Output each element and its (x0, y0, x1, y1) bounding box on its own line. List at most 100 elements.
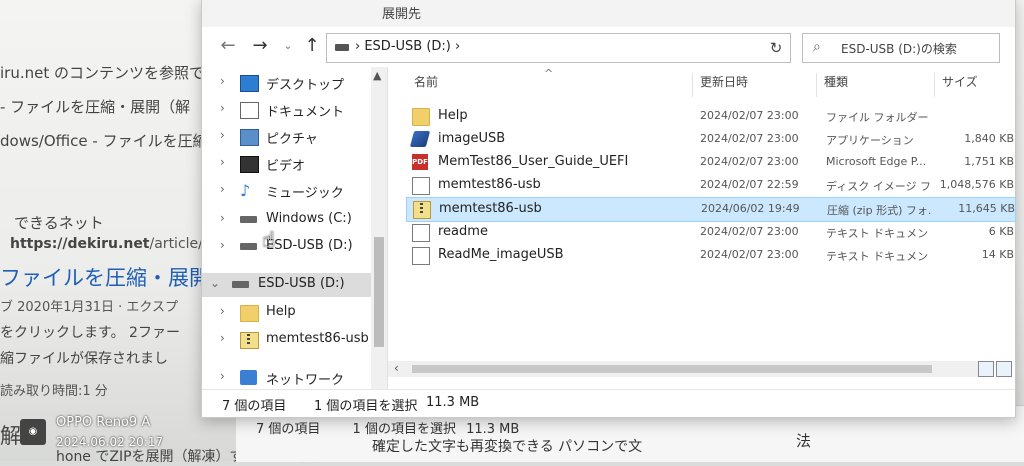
nav-item-windows-c[interactable]: › Windows (C:) (202, 208, 370, 232)
music-icon: ♪ (240, 181, 251, 200)
column-divider[interactable] (692, 73, 693, 97)
address-text[interactable]: ESD-USB (D:) (364, 39, 451, 54)
expand-chevron-icon[interactable]: › (220, 74, 225, 88)
nav-item-esd-usb-expanded[interactable]: ⌄ ESD-USB (D:) (202, 273, 372, 297)
expand-chevron-icon[interactable]: › (220, 128, 225, 142)
selected-count: 1 個の項目を選択 (314, 399, 418, 414)
back-overlay-text: 確定した文字も再変換できる パソコンで文 (372, 439, 643, 455)
text-doc-icon (412, 247, 430, 265)
nav-label: ピクチャ (266, 132, 318, 147)
file-size: 1,840 KB (964, 132, 1014, 145)
horizontal-scrollbar[interactable]: ‹ (388, 361, 978, 377)
file-row[interactable]: readme 2024/02/07 23:00 テキスト ドキュメント 6 KB (406, 221, 1014, 244)
file-row-selected[interactable]: memtest86-usb 2024/06/02 19:49 圧縮 (zip 形… (406, 197, 1016, 222)
navigation-pane: › デスクトップ › ドキュメント › ピクチャ › ビデオ › ♪ ミュージッ… (202, 67, 388, 389)
address-bar[interactable]: › ESD-USB (D:) › ⌄ (326, 33, 784, 63)
file-list: 名前 ^ 更新日時 種類 サイズ Help 2024/02/07 23:00 フ… (388, 67, 1016, 389)
nav-scroll-thumb[interactable] (374, 237, 384, 347)
folder-icon (412, 108, 430, 126)
file-date: 2024/02/07 23:00 (700, 248, 799, 261)
recent-chevron-icon[interactable]: ⌄ (276, 39, 300, 52)
nav-scrollbar[interactable]: ▲ (371, 67, 387, 389)
expand-chevron-icon[interactable]: › (220, 155, 225, 169)
nav-label: memtest86-usb (266, 331, 369, 346)
nav-item-memtest86-usb[interactable]: › memtest86-usb (202, 328, 370, 352)
bg-step: をクリックします。 2ファー (0, 325, 180, 341)
zip-icon (240, 332, 259, 349)
nav-label: ESD-USB (D:) (258, 276, 345, 291)
bg-saved: 縮ファイルが保存されまし (0, 351, 168, 367)
bg-url[interactable]: https://dekiru.net/article/ (10, 236, 203, 252)
drive-icon (240, 216, 257, 223)
column-header-size[interactable]: サイズ (942, 73, 978, 97)
back-arrow-icon[interactable]: ← (216, 35, 240, 56)
bg-text-line: - ファイルを圧縮・展開（解 (0, 98, 191, 116)
collapse-chevron-icon[interactable]: ⌄ (210, 276, 220, 290)
file-row[interactable]: PDF MemTest86_User_Guide_UEFI 2024/02/07… (406, 151, 1014, 174)
file-name: MemTest86_User_Guide_UEFI (438, 154, 629, 169)
scroll-left-icon[interactable]: ‹ (394, 361, 399, 375)
expand-chevron-icon[interactable]: › (220, 331, 225, 345)
view-toggle (978, 361, 1014, 379)
file-row[interactable]: imageUSB 2024/02/07 23:00 アプリケーション 1,840… (406, 128, 1014, 151)
file-name: imageUSB (438, 131, 506, 146)
column-header-type[interactable]: 種類 (824, 73, 848, 97)
nav-item-pictures[interactable]: › ピクチャ (202, 125, 370, 149)
file-size: 11,645 KB (958, 202, 1015, 215)
bg-heading-link[interactable]: ファイルを圧縮・展開 (0, 262, 210, 292)
refresh-button[interactable]: ↻ (762, 33, 791, 63)
large-icons-view-icon[interactable] (996, 361, 1012, 377)
expand-chevron-icon[interactable]: › (220, 101, 225, 115)
horizontal-scroll-thumb[interactable] (412, 365, 932, 373)
details-view-icon[interactable] (978, 361, 994, 377)
nav-label: ビデオ (266, 159, 306, 174)
back-item-count: 7 個の項目 (256, 422, 321, 437)
file-date: 2024/02/07 23:00 (700, 109, 799, 122)
file-name: ReadMe_imageUSB (438, 247, 564, 262)
column-header-name[interactable]: 名前 (414, 73, 438, 97)
nav-item-documents[interactable]: › ドキュメント (202, 98, 370, 122)
app-icon (409, 131, 431, 147)
drive-icon (240, 243, 257, 250)
column-divider[interactable] (816, 73, 817, 97)
file-row[interactable]: memtest86-usb 2024/02/07 22:59 ディスク イメージ… (406, 174, 1014, 197)
file-name: memtest86-usb (438, 177, 541, 192)
nav-label: デスクトップ (266, 78, 345, 93)
column-header-date[interactable]: 更新日時 (700, 73, 748, 97)
nav-item-music[interactable]: › ♪ ミュージック (202, 179, 370, 203)
expand-chevron-icon[interactable]: › (220, 182, 225, 196)
nav-item-help[interactable]: › Help (202, 301, 370, 325)
nav-item-videos[interactable]: › ビデオ (202, 152, 370, 176)
videos-icon (240, 156, 259, 173)
file-date: 2024/02/07 23:00 (700, 155, 799, 168)
pdf-icon: PDF (412, 154, 428, 170)
back-selected: 1 個の項目を選択 (352, 422, 456, 437)
documents-icon (240, 102, 259, 119)
file-name: memtest86-usb (439, 201, 542, 216)
nav-item-network[interactable]: › ネットワーク (202, 366, 370, 389)
address-sep: › (455, 39, 461, 54)
file-date: 2024/02/07 23:00 (700, 225, 799, 238)
up-arrow-icon[interactable]: ↑ (300, 35, 324, 56)
search-box[interactable]: ⌕ ESD-USB (D:)の検索 (802, 33, 1000, 63)
expand-chevron-icon[interactable]: › (220, 211, 225, 225)
expand-chevron-icon[interactable]: › (220, 369, 225, 383)
nav-label: ネットワーク (266, 373, 345, 388)
file-row[interactable]: ReadMe_imageUSB 2024/02/07 23:00 テキスト ドキ… (406, 244, 1014, 267)
nav-label: Help (266, 304, 296, 319)
search-placeholder: ESD-USB (D:)の検索 (841, 42, 957, 56)
bg-text-line: dows/Office - ファイルを圧縮 (0, 132, 208, 150)
search-icon: ⌕ (813, 39, 821, 55)
file-name: readme (438, 224, 488, 239)
expand-chevron-icon[interactable]: › (220, 304, 225, 318)
expand-chevron-icon[interactable]: › (220, 238, 225, 252)
nav-label: ESD-USB (D:) (266, 238, 353, 253)
column-divider[interactable] (934, 73, 935, 97)
nav-item-esd-usb[interactable]: › ESD-USB (D:) (202, 235, 370, 259)
nav-item-desktop[interactable]: › デスクトップ (202, 71, 370, 95)
title-bar: 展開先 (202, 0, 1015, 27)
sort-ascending-icon: ^ (544, 67, 554, 80)
file-row[interactable]: Help 2024/02/07 23:00 ファイル フォルダー (406, 105, 1014, 128)
forward-arrow-icon[interactable]: → (248, 35, 272, 56)
scroll-up-icon[interactable]: ▲ (373, 69, 381, 82)
